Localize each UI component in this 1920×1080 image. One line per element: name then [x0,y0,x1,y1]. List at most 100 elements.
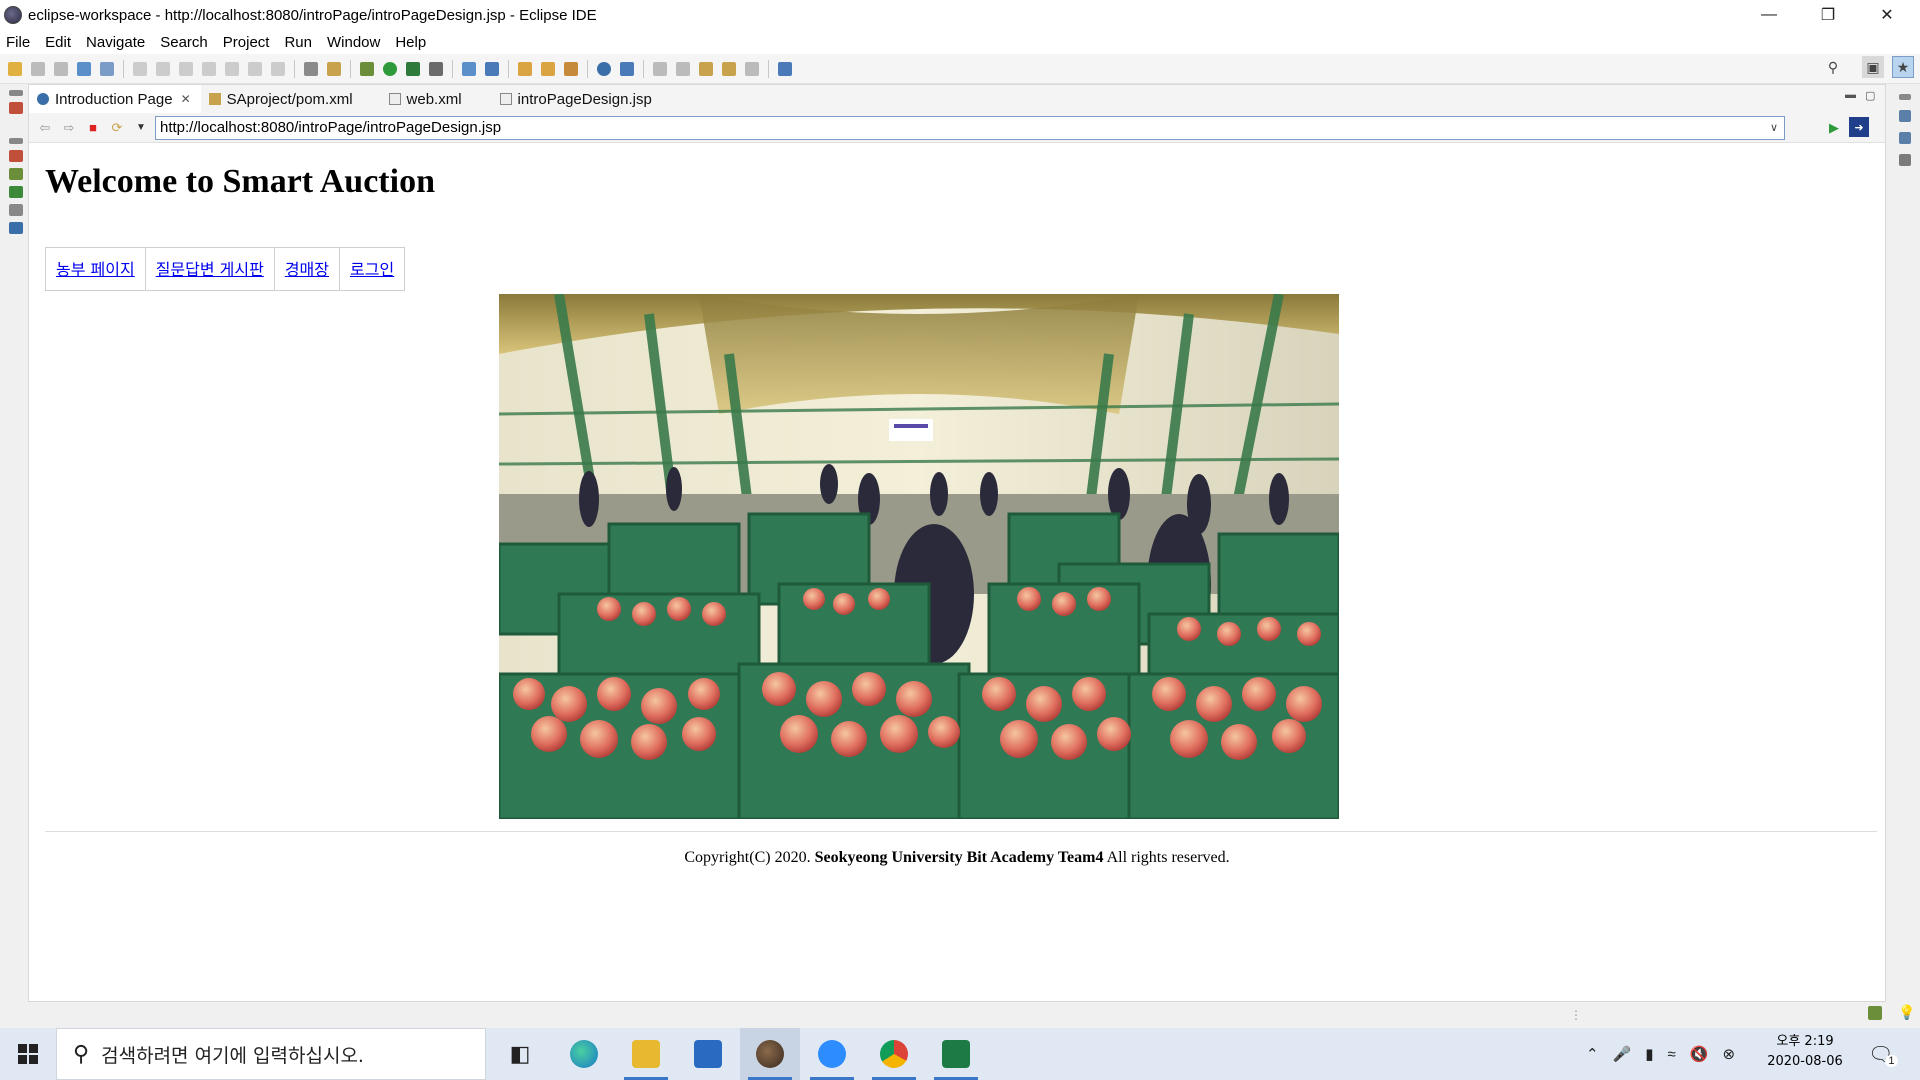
skip-breakpoints-icon[interactable] [100,61,114,76]
menu-edit[interactable]: Edit [45,34,71,51]
pencil-icon[interactable] [564,61,578,76]
close-button[interactable]: ✕ [1858,0,1916,30]
terminal-icon[interactable] [77,61,91,76]
tab-intro-page-design-jsp[interactable]: introPageDesign.jsp [492,85,662,113]
taskbar-app-explorer[interactable] [616,1028,676,1080]
search-placeholder: 검색하려면 여기에 입력하십시오. [101,1044,364,1067]
last-edit-icon[interactable] [699,61,713,76]
microphone-icon[interactable]: 🎤 [1613,1045,1632,1063]
suspend-icon[interactable] [156,61,170,76]
chevron-down-icon[interactable]: ∨ [1770,117,1778,139]
back-icon[interactable] [722,61,736,76]
main-toolbar [0,54,1920,84]
step-into-icon[interactable] [225,61,239,76]
battery-icon[interactable]: ▮ [1645,1045,1653,1063]
coverage-icon[interactable] [406,61,420,76]
minimize-button[interactable]: — [1740,0,1798,30]
run-icon[interactable] [383,61,397,76]
taskbar-app-edge[interactable] [554,1028,614,1080]
maximize-editor-icon[interactable]: ▢ [1865,89,1875,102]
volume-muted-icon[interactable]: 🔇 [1690,1045,1709,1063]
lightbulb-icon[interactable]: 💡 [1898,1004,1915,1021]
url-field[interactable]: http://localhost:8080/introPage/introPag… [155,116,1785,140]
pin-editor-icon[interactable] [778,61,792,76]
debug-icon[interactable] [360,61,374,76]
external-tools-icon[interactable] [429,61,443,76]
previous-annotation-icon[interactable] [676,61,690,76]
task-icon[interactable] [327,61,341,76]
servers-icon[interactable] [9,186,23,198]
taskbar-app-mail[interactable] [678,1028,738,1080]
save-icon[interactable] [31,61,45,76]
terminate-icon[interactable] [179,61,193,76]
stop-icon[interactable]: ■ [85,120,101,136]
taskbar-app-excel[interactable] [926,1028,986,1080]
go-icon[interactable]: ▶ [1829,120,1839,136]
search-file-icon[interactable] [620,61,634,76]
outline-icon[interactable] [1899,110,1911,122]
nav-link-login[interactable]: 로그인 [350,260,394,279]
menu-help[interactable]: Help [395,34,426,51]
tab-introduction-page[interactable]: Introduction Page ✕ [29,85,201,113]
new-server-icon[interactable] [462,61,476,76]
forward-arrow-icon[interactable]: ⇨ [61,120,77,136]
close-circle-icon[interactable]: ⊗ [1722,1045,1735,1063]
minimize-editor-icon[interactable]: ▬ [1845,89,1856,101]
restore-view-icon[interactable] [9,90,23,96]
wifi-icon[interactable]: ≈ [1668,1046,1676,1063]
task-list-icon[interactable] [1899,132,1911,144]
editor-tabs: Introduction Page ✕ SAproject/pom.xml we… [29,85,1885,113]
menu-window[interactable]: Window [327,34,380,51]
new-icon[interactable] [8,61,22,76]
taskbar-search-box[interactable]: ⚲ 검색하려면 여기에 입력하십시오. [56,1028,486,1080]
next-annotation-icon[interactable] [653,61,667,76]
data-source-icon[interactable] [9,204,23,216]
taskbar-app-eclipse[interactable] [740,1028,800,1080]
task-view-button[interactable]: ◧ [490,1028,550,1080]
taskbar-app-zoom[interactable] [802,1028,862,1080]
open-folder-icon[interactable] [518,61,532,76]
new-class-icon[interactable] [485,61,499,76]
taskbar-app-chrome[interactable] [864,1028,924,1080]
open-external-icon[interactable]: ➜ [1849,117,1869,137]
progress-icon[interactable] [1868,1006,1882,1020]
menu-project[interactable]: Project [223,34,270,51]
close-tab-icon[interactable]: ✕ [181,92,191,106]
windows-start-button[interactable] [0,1028,56,1080]
web-browser-icon[interactable] [597,61,611,76]
project-explorer-icon[interactable] [9,102,23,114]
open-type-icon[interactable] [304,61,318,76]
tab-pom-xml[interactable]: SAproject/pom.xml [201,85,363,113]
menu-search[interactable]: Search [160,34,208,51]
chevron-down-icon[interactable]: ▼ [133,120,149,136]
step-return-icon[interactable] [271,61,285,76]
taskbar-clock[interactable]: 오후 2:19 2020-08-06 [1760,1032,1850,1072]
menu-navigate[interactable]: Navigate [86,34,145,51]
menu-file[interactable]: File [6,34,30,51]
action-center-button[interactable]: 🗨 1 [1868,1028,1898,1080]
console-icon[interactable] [9,222,23,234]
open-perspective-icon[interactable]: ▣ [1862,56,1884,78]
save-all-icon[interactable] [54,61,68,76]
nav-link-farmer-page[interactable]: 농부 페이지 [56,260,135,279]
refresh-icon[interactable]: ⟳ [109,120,125,136]
nav-link-qna-board[interactable]: 질문답변 게시판 [156,260,264,279]
markers-icon[interactable] [9,150,23,162]
restore-view-icon[interactable] [9,138,23,144]
resume-icon[interactable] [133,61,147,76]
menu-run[interactable]: Run [284,34,312,51]
properties-icon[interactable] [9,168,23,180]
disconnect-icon[interactable] [202,61,216,76]
open-project-icon[interactable] [541,61,555,76]
palette-icon[interactable] [1899,154,1911,166]
restore-view-icon[interactable] [1899,94,1911,100]
tab-web-xml[interactable]: web.xml [381,85,472,113]
nav-link-auction-hall[interactable]: 경매장 [285,260,329,279]
search-icon[interactable]: ⚲ [1822,56,1844,78]
back-arrow-icon[interactable]: ⇦ [37,120,53,136]
restore-button[interactable]: ❐ [1799,0,1857,30]
java-ee-perspective-icon[interactable]: ★ [1892,56,1914,78]
forward-icon[interactable] [745,61,759,76]
step-over-icon[interactable] [248,61,262,76]
chevron-up-icon[interactable]: ⌃ [1586,1045,1599,1063]
